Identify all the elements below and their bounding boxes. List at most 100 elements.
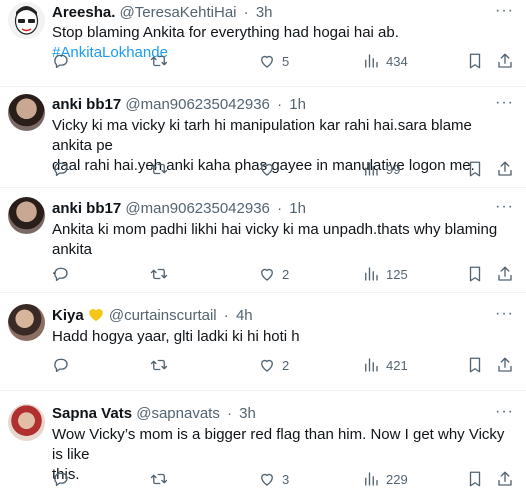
retweet-button[interactable] (150, 52, 174, 70)
tweet[interactable]: Sapna Vats @sapnavats · 3h ··· Wow Vicky… (0, 391, 526, 495)
bookmark-button[interactable] (466, 52, 484, 70)
reply-icon (54, 267, 68, 282)
tweet[interactable]: anki bb17 @man906235042936 · 1h ··· Anki… (0, 188, 526, 293)
timestamp[interactable]: 1h (289, 96, 306, 113)
bookmark-button[interactable] (466, 470, 484, 488)
like-icon (261, 55, 273, 68)
tweet[interactable]: anki bb17 @man906235042936 · 1h ··· Vick… (0, 87, 526, 188)
retweet-icon (150, 359, 168, 371)
tweet-text-main: Stop blaming Ankita for everything had h… (52, 24, 399, 41)
share-button[interactable] (496, 356, 514, 374)
share-button[interactable] (496, 160, 514, 178)
timestamp[interactable]: 4h (236, 307, 253, 324)
retweet-button[interactable] (150, 160, 174, 178)
more-icon[interactable]: ··· (495, 403, 514, 421)
user-handle[interactable]: @man906235042936 (125, 96, 270, 113)
views-button[interactable]: 434 (362, 52, 408, 70)
avatar[interactable] (8, 197, 45, 234)
more-icon[interactable]: ··· (495, 305, 514, 323)
retweet-icon (150, 163, 168, 175)
avatar[interactable] (8, 2, 45, 39)
display-name[interactable]: Sapna Vats (52, 405, 132, 422)
timestamp[interactable]: 1h (289, 200, 306, 217)
timestamp[interactable]: 3h (256, 4, 273, 21)
more-icon[interactable]: ··· (495, 198, 514, 216)
separator-dot: · (243, 4, 249, 21)
action-bar: 99 (0, 160, 526, 180)
bookmark-icon (469, 161, 481, 177)
display-name[interactable]: anki bb17 (52, 96, 121, 113)
bookmark-icon (469, 266, 481, 282)
avatar[interactable] (8, 404, 45, 441)
views-icon (365, 54, 378, 68)
user-handle[interactable]: @sapnavats (136, 405, 220, 422)
display-name[interactable]: anki bb17 (52, 200, 121, 217)
tweet-text-line: Vicky ki ma vicky ki tarh hi manipulatio… (52, 117, 472, 154)
views-count: 229 (386, 471, 408, 487)
bookmark-button[interactable] (466, 356, 484, 374)
user-handle[interactable]: @TeresaKehtiHai (120, 4, 237, 21)
retweet-button[interactable] (150, 470, 174, 488)
tweet-text: Hadd hogya yaar, glti ladki ki hi hoti h (52, 327, 512, 347)
like-icon (261, 473, 273, 486)
tweet-header: anki bb17 @man906235042936 · 1h (52, 95, 306, 115)
views-button[interactable]: 125 (362, 265, 408, 283)
like-icon (261, 359, 273, 372)
views-button[interactable]: 229 (362, 470, 408, 488)
share-button[interactable] (496, 470, 514, 488)
like-button[interactable]: 3 (258, 470, 289, 488)
avatar[interactable] (8, 304, 45, 341)
separator-dot: · (223, 307, 229, 324)
avatar[interactable] (8, 94, 45, 131)
views-count: 421 (386, 357, 408, 373)
views-button[interactable]: 99 (362, 160, 400, 178)
bookmark-button[interactable] (466, 265, 484, 283)
share-button[interactable] (496, 52, 514, 70)
share-icon (498, 266, 512, 281)
more-icon[interactable]: ··· (495, 94, 514, 112)
like-icon (261, 163, 273, 176)
tweet[interactable]: Areesha. @TeresaKehtiHai · 3h ··· Stop b… (0, 0, 526, 87)
like-button[interactable]: 2 (258, 265, 289, 283)
reply-button[interactable] (52, 356, 76, 374)
tweet[interactable]: Kiya @curtainscurtail · 4h ··· Hadd hogy… (0, 293, 526, 391)
reply-button[interactable] (52, 52, 76, 70)
reply-button[interactable] (52, 265, 76, 283)
like-button[interactable]: 5 (258, 52, 289, 70)
user-handle[interactable]: @curtainscurtail (109, 307, 217, 324)
like-count: 3 (282, 471, 290, 487)
separator-dot: · (277, 200, 283, 217)
like-button[interactable]: 2 (258, 356, 289, 374)
action-bar: 5 434 (0, 52, 526, 72)
bookmark-icon (469, 53, 481, 69)
display-name[interactable]: Areesha. (52, 4, 115, 21)
action-bar: 3 229 (0, 470, 526, 490)
more-icon[interactable]: ··· (495, 2, 514, 20)
reply-button[interactable] (52, 160, 76, 178)
tweet-text-line: Wow Vicky’s mom is a bigger red flag tha… (52, 426, 505, 463)
retweet-icon (150, 473, 168, 485)
views-count: 125 (386, 266, 408, 282)
retweet-button[interactable] (150, 265, 174, 283)
like-count: 5 (282, 53, 290, 69)
reply-icon (54, 54, 68, 69)
tweet-text-line: Hadd hogya yaar, glti ladki ki hi hoti h (52, 328, 300, 345)
display-name[interactable]: Kiya (52, 307, 84, 324)
like-count: 2 (282, 357, 290, 373)
bookmark-button[interactable] (466, 160, 484, 178)
retweet-button[interactable] (150, 356, 174, 374)
user-handle[interactable]: @man906235042936 (125, 200, 270, 217)
share-icon (498, 161, 512, 176)
tweet-header: anki bb17 @man906235042936 · 1h (52, 199, 306, 219)
like-button[interactable] (258, 160, 282, 178)
reply-button[interactable] (52, 470, 76, 488)
tweet-header: Sapna Vats @sapnavats · 3h (52, 404, 256, 424)
reply-icon (54, 162, 68, 177)
retweet-icon (150, 268, 168, 280)
views-icon (365, 472, 378, 486)
views-button[interactable]: 421 (362, 356, 408, 374)
action-bar: 2 421 (0, 356, 526, 376)
timestamp[interactable]: 3h (239, 405, 256, 422)
share-button[interactable] (496, 265, 514, 283)
views-icon (365, 162, 378, 176)
